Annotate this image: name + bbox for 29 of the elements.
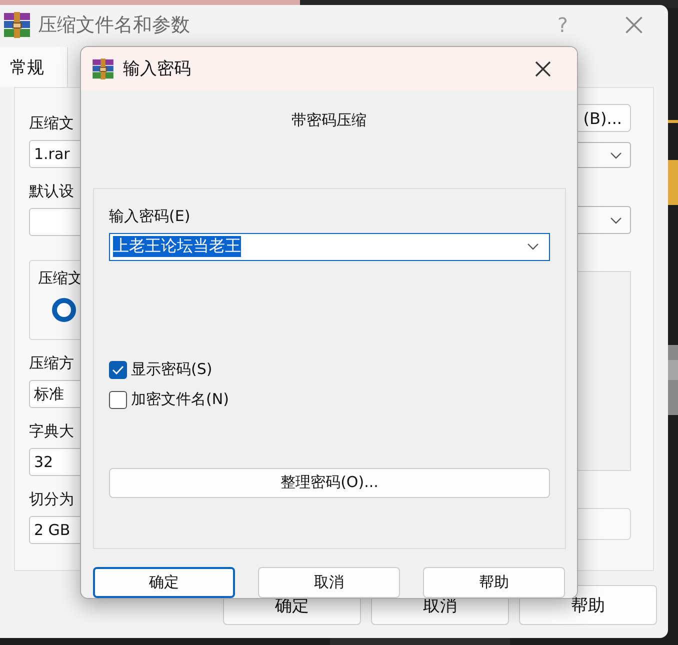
dialog-button[interactable]: 取消 bbox=[258, 567, 400, 598]
close-icon bbox=[534, 60, 552, 78]
checkbox-label: 加密文件名(N) bbox=[131, 390, 229, 410]
field-label: 压缩文 bbox=[29, 114, 74, 134]
archive-icon bbox=[2, 10, 32, 40]
check-icon bbox=[112, 364, 124, 375]
checkbox[interactable] bbox=[109, 360, 127, 379]
window-title: 压缩文件名和参数 bbox=[38, 13, 191, 38]
password-label: 输入密码(E) bbox=[109, 206, 190, 226]
field-label: 切分为 bbox=[29, 490, 74, 510]
field-label: 默认设 bbox=[29, 182, 74, 202]
tab[interactable]: 常规 bbox=[0, 47, 68, 87]
organize-passwords-button[interactable]: 整理密码(O)... bbox=[109, 468, 550, 498]
chevron-down-icon bbox=[610, 152, 622, 158]
radio-button[interactable] bbox=[52, 298, 76, 322]
dialog-button[interactable]: 确定 bbox=[93, 567, 235, 598]
archive-icon bbox=[91, 56, 115, 81]
dialog-title: 输入密码 bbox=[123, 58, 192, 80]
field-label: 字典大 bbox=[29, 422, 74, 442]
field-label: 压缩方 bbox=[29, 354, 74, 374]
close-icon bbox=[624, 15, 644, 35]
password-text: 上老王论坛当老王 bbox=[113, 236, 241, 258]
checkbox[interactable] bbox=[109, 390, 127, 409]
checkbox-label: 显示密码(S) bbox=[131, 360, 212, 380]
dialog-heading: 带密码压缩 bbox=[292, 110, 366, 130]
chevron-down-icon bbox=[527, 243, 539, 250]
dialog-button[interactable]: 帮助 bbox=[423, 567, 565, 598]
chevron-down-icon bbox=[610, 216, 622, 224]
password-combobox[interactable]: 上老王论坛当老王 bbox=[109, 232, 550, 261]
